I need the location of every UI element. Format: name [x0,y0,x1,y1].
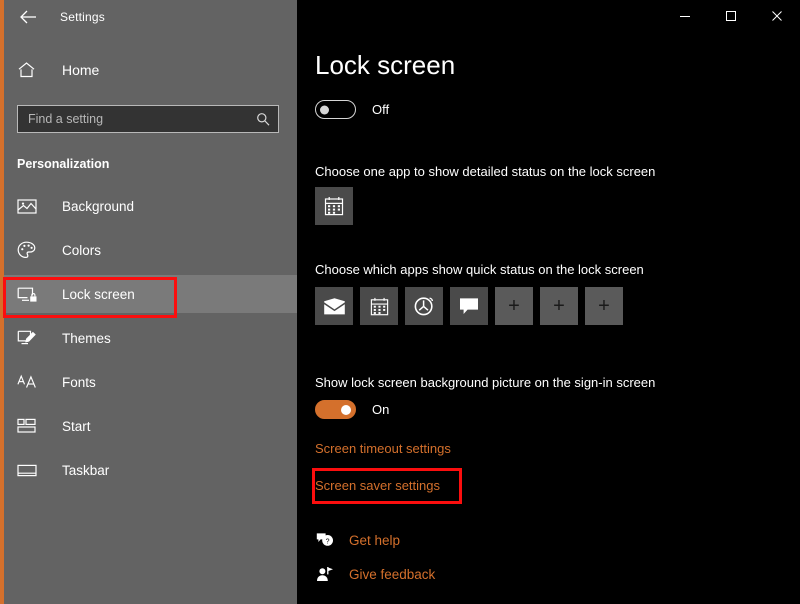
plus-icon: + [598,295,610,317]
fonts-icon [17,371,39,393]
detailed-status-label: Choose one app to show detailed status o… [315,164,656,179]
search-box[interactable] [17,105,279,133]
window-title: Settings [60,9,105,24]
app-tile-add[interactable]: + [540,287,578,325]
page-title: Lock screen [315,50,456,80]
lock-screen-icon [17,283,39,305]
search-input[interactable] [28,112,256,126]
sidebar-item-label: Background [62,198,135,214]
lock-screen-toggle-state: Off [372,102,390,117]
sidebar: Settings Home Personalization [0,0,297,604]
sidebar-nav: Background Colors Lock screen Themes Fon… [0,187,297,489]
window-controls [662,0,800,32]
sidebar-item-label: Themes [62,330,111,346]
app-tile-calendar[interactable] [315,187,353,225]
get-help-link[interactable]: ? Get help [315,530,435,550]
app-tile-alarm[interactable] [405,287,443,325]
plus-icon: + [553,295,565,317]
sidebar-group-header: Personalization [17,157,110,171]
back-arrow-icon[interactable] [10,4,46,30]
sidebar-item-home[interactable]: Home [0,53,297,87]
app-tile-messaging[interactable] [450,287,488,325]
sidebar-item-label: Colors [62,242,102,258]
sidebar-item-label: Lock screen [62,286,135,302]
sidebar-item-label: Taskbar [62,462,110,478]
sidebar-item-colors[interactable]: Colors [0,231,297,269]
footer-links: ? Get help Give feedback [315,530,435,584]
feedback-person-icon [315,564,335,584]
themes-icon [17,327,39,349]
window-accent-strip [0,0,4,604]
close-button[interactable] [754,0,800,32]
detailed-status-tiles [315,187,353,225]
sidebar-item-start[interactable]: Start [0,407,297,445]
sidebar-item-background[interactable]: Background [0,187,297,225]
sidebar-home-label: Home [62,62,100,78]
quick-status-tiles: + + + [315,287,623,325]
lock-screen-toggle[interactable] [315,100,356,119]
give-feedback-label: Give feedback [349,566,436,582]
help-bubble-icon: ? [315,530,335,550]
sidebar-item-taskbar[interactable]: Taskbar [0,451,297,489]
home-icon [17,59,39,81]
app-tile-add[interactable]: + [495,287,533,325]
background-picture-label: Show lock screen background picture on t… [315,375,656,390]
maximize-button[interactable] [708,0,754,32]
screen-timeout-settings-link[interactable]: Screen timeout settings [315,441,451,456]
sidebar-item-themes[interactable]: Themes [0,319,297,357]
sidebar-item-label: Fonts [62,374,96,390]
start-icon [17,415,39,437]
background-picture-toggle-row: On [315,400,389,419]
quick-status-label: Choose which apps show quick status on t… [315,262,644,277]
search-icon[interactable] [256,112,270,126]
lock-screen-toggle-row: Off [315,100,389,119]
app-tile-mail[interactable] [315,287,353,325]
background-picture-toggle-state: On [372,402,390,417]
get-help-label: Get help [349,532,401,548]
image-icon [17,195,39,217]
taskbar-icon [17,459,39,481]
svg-text:?: ? [326,538,330,545]
give-feedback-link[interactable]: Give feedback [315,564,435,584]
sidebar-item-fonts[interactable]: Fonts [0,363,297,401]
title-bar: Settings [0,0,297,33]
app-tile-add[interactable]: + [585,287,623,325]
palette-icon [17,239,39,261]
sidebar-item-label: Start [62,418,91,434]
plus-icon: + [508,295,520,317]
main-content: Lock screen Off Choose one app to show d… [297,0,800,604]
background-picture-toggle[interactable] [315,400,356,419]
app-tile-calendar[interactable] [360,287,398,325]
sidebar-item-lock-screen[interactable]: Lock screen [0,275,297,313]
settings-window: Settings Home Personalization [0,0,800,604]
screen-saver-settings-link[interactable]: Screen saver settings [315,478,440,493]
minimize-button[interactable] [662,0,708,32]
